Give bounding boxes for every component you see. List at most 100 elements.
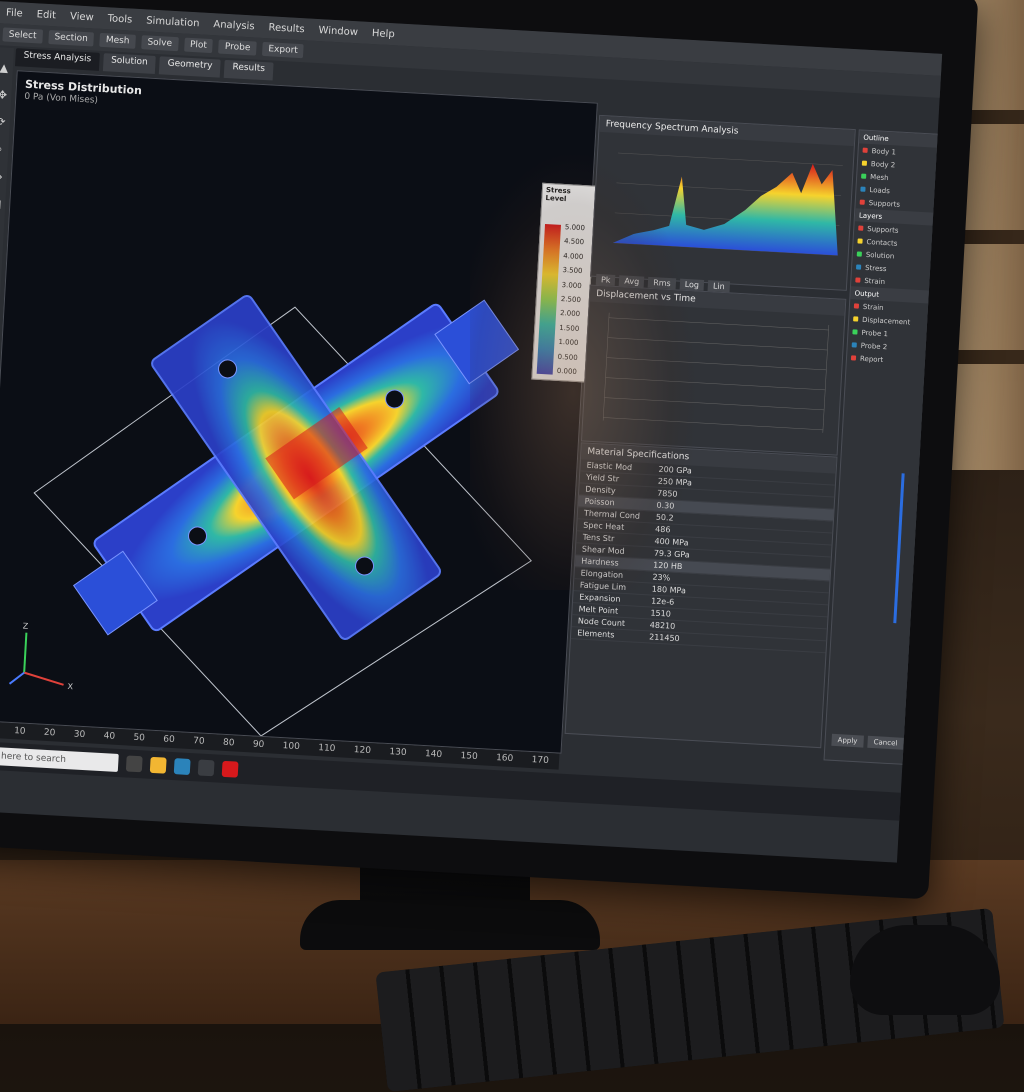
ruler-tick: 10 [14, 726, 26, 737]
app-icon[interactable] [198, 759, 215, 776]
monitor-stand-base [300, 900, 600, 950]
rotate-icon[interactable]: ⟳ [0, 115, 6, 128]
menu-item[interactable]: Simulation [146, 15, 200, 29]
monitor: File Edit View Tools Simulation Analysis Resul… [0, 0, 978, 899]
toolbar-button[interactable]: Section [48, 30, 94, 47]
menu-item[interactable]: Window [318, 25, 358, 38]
property-value: 211450 [649, 632, 680, 643]
property-value: 0.30 [656, 501, 674, 511]
layer-color-icon [855, 277, 860, 282]
apply-button[interactable]: Apply [831, 734, 863, 748]
tab[interactable]: Solution [102, 53, 156, 74]
ruler-tick: 60 [163, 734, 175, 745]
layer-color-icon [858, 225, 863, 230]
property-value: 50.2 [656, 513, 674, 523]
file-explorer-icon[interactable] [174, 758, 191, 775]
toolbar-button[interactable]: Plot [184, 38, 214, 54]
mesh-icon[interactable]: ▦ [0, 197, 2, 211]
side-tree-label: Supports [867, 224, 899, 234]
side-tree-label: Body 1 [871, 147, 896, 156]
legend-tick: 1.000 [558, 338, 578, 347]
layer-color-icon [852, 329, 857, 334]
svg-text:Z: Z [23, 621, 29, 630]
zoom-icon[interactable]: ⌕ [0, 142, 3, 156]
legend-tick: 0.500 [557, 352, 577, 361]
spectrum-chart [593, 132, 854, 266]
layer-color-icon [856, 264, 861, 269]
cancel-button[interactable]: Cancel [867, 736, 903, 750]
ruler-tick: 70 [193, 736, 205, 747]
property-value: 7850 [657, 489, 678, 499]
side-tree-label: Supports [869, 199, 901, 209]
tab[interactable]: Results [224, 60, 273, 81]
legend-ticks: 5.0004.5004.0003.5003.0002.5002.0001.500… [557, 223, 586, 376]
ruler-tick: 110 [318, 743, 336, 754]
menu-item[interactable]: File [6, 7, 23, 19]
task-view-icon[interactable] [126, 755, 143, 772]
layer-color-icon [851, 355, 856, 360]
ruler-tick: 40 [103, 731, 115, 742]
svg-text:X: X [67, 682, 73, 691]
property-value: 48210 [650, 620, 676, 630]
layer-color-icon [861, 174, 866, 179]
layer-color-icon [860, 187, 865, 192]
side-scrollbar[interactable] [893, 473, 904, 623]
browser-icon[interactable] [150, 757, 167, 774]
ruler-tick: 170 [531, 755, 549, 766]
displacement-chart [583, 302, 845, 446]
ruler-tick: 50 [133, 733, 145, 744]
layer-color-icon [857, 251, 862, 256]
menu-item[interactable]: Edit [36, 9, 56, 21]
side-tree-label: Solution [866, 250, 895, 260]
legend-tick: 2.500 [561, 295, 581, 304]
ruler-tick: 100 [282, 741, 300, 752]
measure-icon[interactable]: ⇔ [0, 170, 3, 183]
legend-tick: 4.000 [563, 252, 583, 261]
layer-color-icon [854, 303, 859, 308]
tab[interactable]: Stress Analysis [15, 48, 99, 71]
property-value: 180 MPa [652, 585, 687, 596]
select-icon[interactable]: ▲ [0, 61, 8, 74]
property-value: 12e-6 [651, 597, 675, 607]
toolbar-button[interactable]: Mesh [99, 33, 135, 49]
layer-color-icon [862, 161, 867, 166]
legend-tick: 1.500 [559, 324, 579, 333]
menu-item[interactable]: View [70, 11, 94, 23]
stress-model[interactable]: Z X [0, 71, 597, 752]
taskbar-search[interactable]: ⌕ Type here to search [0, 745, 119, 772]
ruler-tick: 30 [73, 729, 85, 740]
ruler-tick: 90 [253, 739, 265, 750]
menu-item[interactable]: Results [268, 22, 305, 35]
screen: File Edit View Tools Simulation Analysis Resul… [0, 1, 942, 862]
toolbar-button[interactable]: Select [2, 27, 42, 43]
material-properties-panel: Material Specifications Elastic Mod200 G… [565, 442, 838, 748]
property-value: 400 MPa [654, 537, 689, 548]
layer-color-icon [863, 148, 868, 153]
side-tree-label: Report [860, 354, 884, 363]
property-value: 200 GPa [658, 465, 692, 476]
toolbar-button[interactable]: Export [262, 42, 304, 58]
move-icon[interactable]: ✥ [0, 88, 7, 101]
toolbar-button[interactable]: Probe [219, 40, 257, 56]
ruler-tick: 80 [223, 738, 235, 749]
menu-item[interactable]: Tools [107, 13, 132, 25]
cad-app-icon[interactable] [222, 761, 239, 778]
property-value: 120 HB [653, 561, 683, 572]
ruler-tick: 120 [354, 745, 372, 756]
property-value: 250 MPa [658, 477, 693, 488]
mouse [850, 925, 1000, 1015]
3d-viewport[interactable]: Stress Distribution 0 Pa (Von Mises) [0, 70, 598, 753]
property-name: Elements [577, 628, 649, 641]
menu-item[interactable]: Analysis [213, 19, 255, 32]
toolbar-button[interactable]: Solve [141, 35, 178, 51]
legend-title: Stress Level [542, 184, 595, 207]
legend-tick: 0.000 [557, 367, 577, 376]
side-tree-label: Stress [865, 263, 887, 272]
menu-item[interactable]: Help [372, 28, 395, 40]
layer-color-icon [853, 316, 858, 321]
side-tree-label: Displacement [862, 315, 910, 326]
side-tree: OutlineBody 1Body 2MeshLoadsSupportsLaye… [847, 130, 938, 368]
tab[interactable]: Geometry [159, 56, 221, 77]
legend-tick: 3.000 [561, 281, 581, 290]
side-tree-label: Probe 1 [861, 328, 888, 337]
